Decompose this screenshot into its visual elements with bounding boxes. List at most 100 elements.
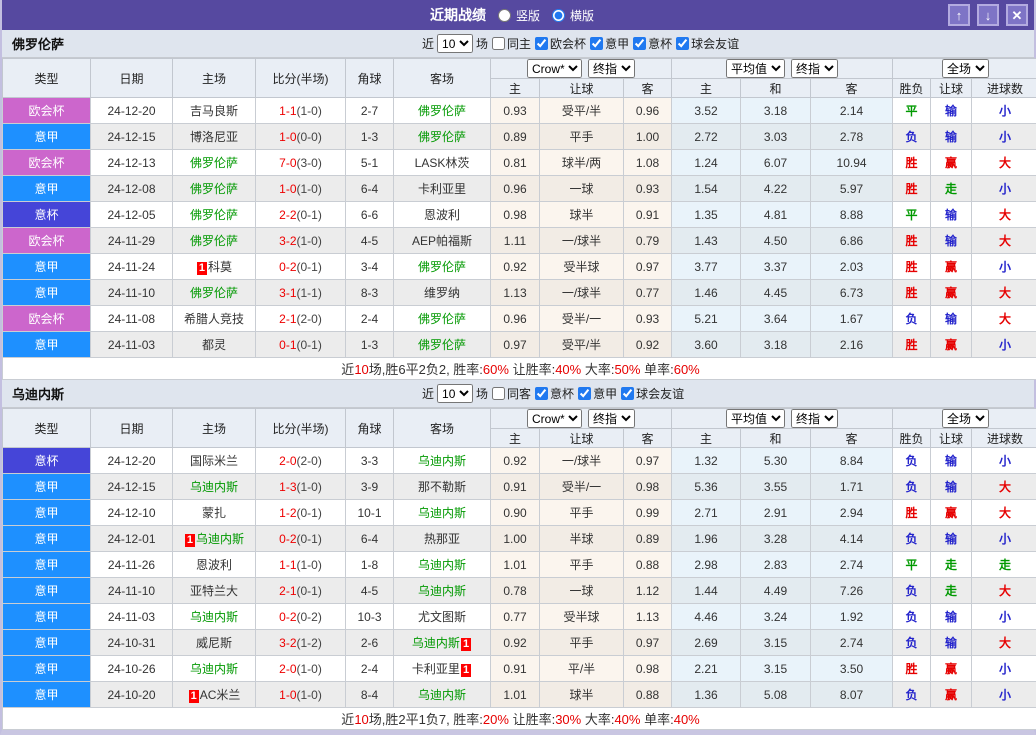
- avg-away-cell: 2.74: [811, 630, 893, 656]
- full-match-select[interactable]: 全场: [942, 409, 989, 428]
- table-row: 欧会杯24-11-08希腊人竞技2-1(2-0)2-4佛罗伦萨0.96受半/一0…: [3, 306, 1036, 332]
- league-type-cell: 意甲: [3, 630, 91, 656]
- home-team-cell: 乌迪内斯: [173, 656, 256, 682]
- team-name-text: 佛罗伦萨: [418, 312, 466, 326]
- corner-cell: 1-8: [346, 552, 394, 578]
- same-side-checkbox[interactable]: [492, 37, 505, 50]
- score-cell: 2-1(0-1): [256, 578, 346, 604]
- titlebar: 近期战绩 竖版 横版 ↑ ↓ ✕: [2, 0, 1034, 30]
- move-up-button[interactable]: ↑: [948, 4, 970, 26]
- corner-cell: 10-3: [346, 604, 394, 630]
- team-name-text: 乌迪内斯: [196, 532, 244, 546]
- halftime-score: (1-0): [297, 182, 322, 196]
- avg-draw-cell: 3.37: [741, 254, 811, 280]
- date-cell: 24-11-10: [91, 280, 173, 306]
- league-filter-checkbox[interactable]: [676, 37, 689, 50]
- league-filter-checkbox[interactable]: [578, 387, 591, 400]
- avg-away-cell: 8.07: [811, 682, 893, 708]
- league-filter-checkbox[interactable]: [535, 37, 548, 50]
- league-filter[interactable]: 意杯: [633, 35, 672, 52]
- final-odds-select[interactable]: 终指: [791, 409, 838, 428]
- league-filter[interactable]: 球会友谊: [621, 385, 684, 402]
- final-odds-select[interactable]: 终指: [791, 59, 838, 78]
- bookmaker-select[interactable]: Crow*: [527, 409, 582, 428]
- league-filter-checkbox[interactable]: [633, 37, 646, 50]
- vertical-layout-option[interactable]: 竖版: [498, 7, 540, 24]
- horizontal-layout-option[interactable]: 横版: [552, 7, 594, 24]
- sub-column-header: 主: [491, 429, 540, 448]
- avg-home-cell: 5.21: [672, 306, 741, 332]
- result-cell: 胜: [893, 500, 931, 526]
- league-filter[interactable]: 欧会杯: [535, 35, 586, 52]
- halftime-score: (0-1): [297, 260, 322, 274]
- near-label: 近: [422, 385, 434, 402]
- match-count-select[interactable]: 10: [437, 384, 473, 403]
- same-side-checkbox[interactable]: [492, 387, 505, 400]
- halftime-score: (1-0): [297, 234, 322, 248]
- average-select[interactable]: 平均值: [726, 409, 785, 428]
- avg-draw-cell: 6.07: [741, 150, 811, 176]
- odds-home-cell: 1.11: [491, 228, 540, 254]
- close-button[interactable]: ✕: [1006, 4, 1028, 26]
- vertical-layout-radio[interactable]: [498, 9, 511, 22]
- halftime-score: (0-0): [297, 130, 322, 144]
- red-card-badge: 1: [189, 690, 199, 703]
- avg-home-cell: 5.36: [672, 474, 741, 500]
- same-side-filter[interactable]: 同主: [492, 35, 531, 52]
- league-type-cell: 意甲: [3, 682, 91, 708]
- result-cell: 负: [893, 306, 931, 332]
- league-filter[interactable]: 意甲: [578, 385, 617, 402]
- same-side-filter[interactable]: 同客: [492, 385, 531, 402]
- odds-away-cell: 0.88: [624, 552, 672, 578]
- score-cell: 1-1(1-0): [256, 98, 346, 124]
- date-cell: 24-11-26: [91, 552, 173, 578]
- score-cell: 2-1(2-0): [256, 306, 346, 332]
- halftime-score: (3-0): [297, 156, 322, 170]
- fulltime-score: 3-2: [279, 234, 296, 248]
- away-team-cell: LASK林茨: [394, 150, 491, 176]
- corner-cell: 5-1: [346, 150, 394, 176]
- league-filter[interactable]: 意杯: [535, 385, 574, 402]
- match-count-select[interactable]: 10: [437, 34, 473, 53]
- final-odds-select[interactable]: 终指: [588, 409, 635, 428]
- corner-cell: 1-3: [346, 332, 394, 358]
- date-cell: 24-12-15: [91, 474, 173, 500]
- bookmaker-select[interactable]: Crow*: [527, 59, 582, 78]
- odds-home-cell: 0.92: [491, 630, 540, 656]
- date-cell: 24-12-15: [91, 124, 173, 150]
- summary-label: 近: [341, 712, 354, 727]
- league-filter-checkbox[interactable]: [590, 37, 603, 50]
- league-filter-label: 意甲: [593, 385, 617, 402]
- summary-value: 40%: [614, 712, 640, 727]
- league-filter-checkbox[interactable]: [621, 387, 634, 400]
- horizontal-layout-radio[interactable]: [552, 9, 565, 22]
- move-down-button[interactable]: ↓: [977, 4, 999, 26]
- odds-away-cell: 1.12: [624, 578, 672, 604]
- handicap-result-cell: 输: [931, 526, 972, 552]
- table-row: 意杯24-12-05佛罗伦萨2-2(0-1)6-6恩波利0.98球半0.911.…: [3, 202, 1036, 228]
- home-team-cell: 蒙扎: [173, 500, 256, 526]
- sub-column-header: 让球: [540, 429, 624, 448]
- handicap-cell: 一球: [540, 176, 624, 202]
- avg-draw-cell: 3.28: [741, 526, 811, 552]
- avg-draw-cell: 3.24: [741, 604, 811, 630]
- league-filter-checkbox[interactable]: [535, 387, 548, 400]
- league-filter[interactable]: 球会友谊: [676, 35, 739, 52]
- date-cell: 24-12-13: [91, 150, 173, 176]
- team-section-header: 佛罗伦萨近10场同主欧会杯意甲意杯球会友谊: [2, 30, 1034, 58]
- league-type-cell: 意甲: [3, 552, 91, 578]
- handicap-result-cell: 走: [931, 578, 972, 604]
- final-odds-select[interactable]: 终指: [588, 59, 635, 78]
- home-team-cell: 1AC米兰: [173, 682, 256, 708]
- home-team-cell: 博洛尼亚: [173, 124, 256, 150]
- league-filter[interactable]: 意甲: [590, 35, 629, 52]
- avg-home-cell: 2.72: [672, 124, 741, 150]
- handicap-result-cell: 输: [931, 124, 972, 150]
- team-name-text: 乌迪内斯: [418, 584, 466, 598]
- full-match-select[interactable]: 全场: [942, 59, 989, 78]
- team-name-text: 热那亚: [424, 532, 460, 546]
- odds-home-cell: 0.92: [491, 254, 540, 280]
- average-select[interactable]: 平均值: [726, 59, 785, 78]
- column-header: 比分(半场): [256, 59, 346, 98]
- avg-draw-cell: 3.15: [741, 656, 811, 682]
